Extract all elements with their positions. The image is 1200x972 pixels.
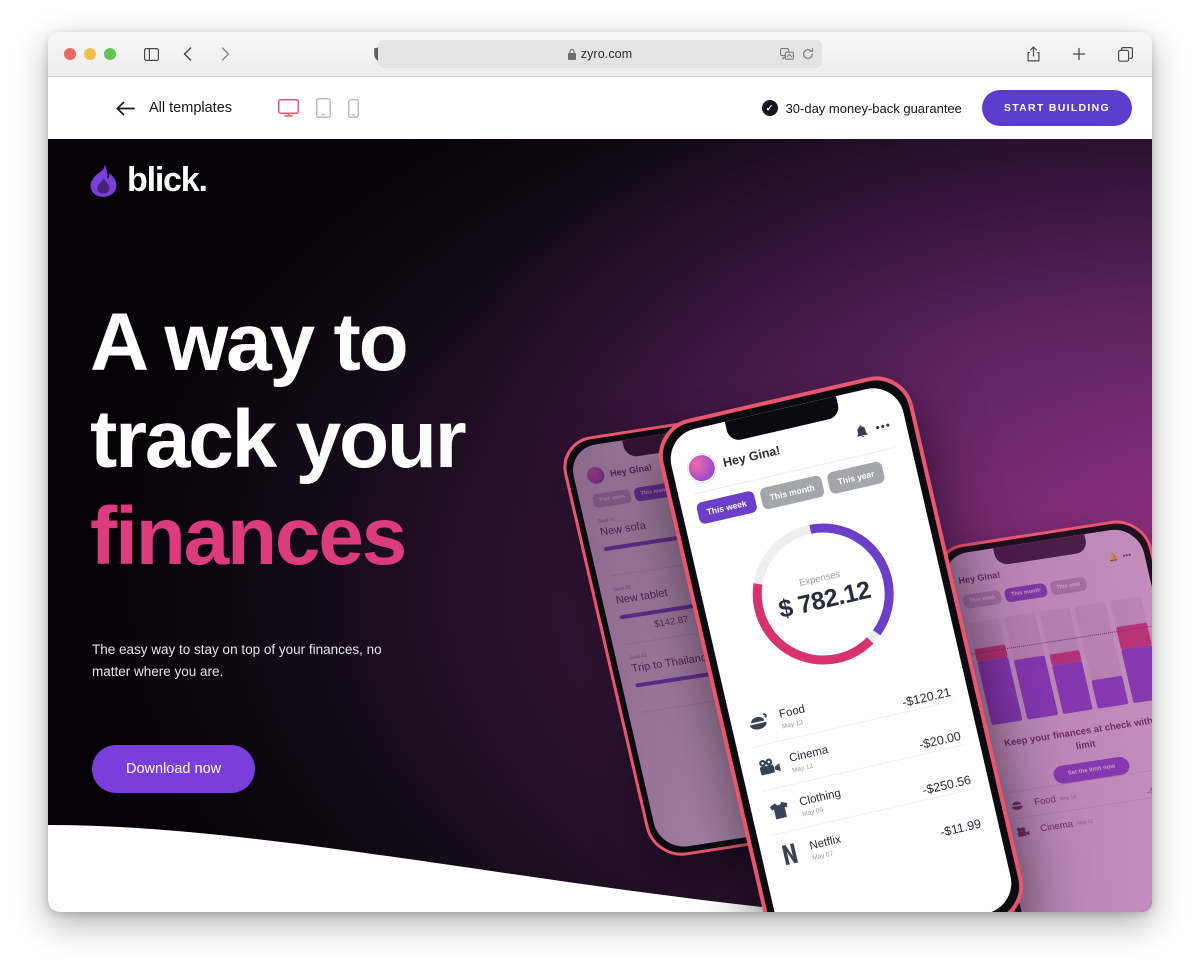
download-now-button[interactable]: Download now <box>92 745 256 793</box>
device-tablet-button[interactable] <box>316 98 332 118</box>
forward-button[interactable] <box>212 41 238 67</box>
donut-center-label: Expenses $ 782.12 <box>733 504 913 684</box>
transaction-meta: Clothing May 09 <box>797 783 844 818</box>
toolbar-right-group: ✓ 30-day money-back guarantee START BUIL… <box>761 77 1132 139</box>
browser-titlebar: zyro.com <box>48 32 1152 77</box>
new-tab-icon[interactable] <box>1066 41 1092 67</box>
minimize-window-button[interactable] <box>84 48 96 60</box>
address-bar-actions <box>780 40 814 68</box>
tab-overview-icon[interactable] <box>1112 41 1138 67</box>
device-desktop-button[interactable] <box>278 99 300 117</box>
zoom-window-button[interactable] <box>104 48 116 60</box>
window-traffic-lights <box>64 48 116 60</box>
translate-icon[interactable] <box>780 48 794 60</box>
expenses-donut-chart: Expenses $ 782.12 <box>733 504 913 684</box>
url-text: zyro.com <box>580 47 633 61</box>
tab-this-week[interactable]: This week <box>695 490 758 525</box>
sidebar-toggle-button[interactable] <box>138 41 164 67</box>
brand-logo[interactable]: blick. <box>90 161 208 200</box>
address-bar[interactable]: zyro.com <box>378 40 822 68</box>
hero-subcopy: The easy way to stay on top of your fina… <box>92 642 382 679</box>
tab-this-year[interactable]: This year <box>826 460 886 495</box>
transaction-date: May 13 <box>781 718 804 731</box>
device-preview-switcher <box>278 98 360 118</box>
more-horizontal-icon[interactable]: ••• <box>874 418 892 435</box>
lock-icon <box>567 48 576 60</box>
clothing-icon <box>765 799 794 822</box>
all-templates-label[interactable]: All templates <box>149 100 232 116</box>
reload-icon[interactable] <box>802 48 814 60</box>
check-badge-icon: ✓ <box>761 100 778 116</box>
device-mobile-button[interactable] <box>348 98 360 118</box>
close-window-button[interactable] <box>64 48 76 60</box>
bell-icon[interactable] <box>855 423 870 438</box>
food-icon <box>745 711 774 734</box>
browser-toolbar-right <box>1020 32 1138 76</box>
avatar[interactable] <box>685 451 719 485</box>
transaction-meta: Cinema May 12 <box>787 740 831 774</box>
browser-nav-buttons <box>174 41 238 67</box>
screenshot-root: zyro.com All templates ✓ 30-day money-ba… <box>0 0 1200 972</box>
flame-icon <box>90 164 117 197</box>
guarantee-label: 30-day money-back guarantee <box>785 100 962 116</box>
back-button[interactable] <box>174 41 200 67</box>
headline-accent: finances <box>90 491 407 582</box>
headline-line-1: A way to <box>90 297 409 388</box>
hero-section: blick. A way to track your finances The … <box>48 139 1152 912</box>
headline-line-2: track your <box>90 394 467 485</box>
netflix-icon <box>775 842 805 867</box>
money-back-guarantee: ✓ 30-day money-back guarantee <box>761 100 962 116</box>
back-to-templates-button[interactable] <box>116 101 135 116</box>
share-icon[interactable] <box>1020 41 1046 67</box>
tab-this-month[interactable]: This month <box>758 474 826 511</box>
transaction-amount: -$11.99 <box>938 816 983 840</box>
page-title: A way to track your finances <box>90 294 590 585</box>
browser-window: zyro.com All templates ✓ 30-day money-ba… <box>48 32 1152 912</box>
template-preview-toolbar: All templates ✓ 30-day money-back guaran… <box>48 77 1152 139</box>
transaction-list: Food May 13 -$120.21 Cinema May 12 -$20.… <box>742 657 985 879</box>
start-building-button[interactable]: START BUILDING <box>981 90 1132 126</box>
brand-name: blick. <box>127 161 208 199</box>
hero-copy: A way to track your finances The easy wa… <box>90 294 590 793</box>
app-header-icons: ••• <box>855 418 892 440</box>
greeting-label: Hey Gina! <box>721 443 782 470</box>
sidebar-icon <box>138 41 164 67</box>
transaction-meta: Food May 13 <box>777 699 808 730</box>
transaction-meta: Netflix May 07 <box>807 830 844 863</box>
cinema-icon <box>755 755 784 778</box>
